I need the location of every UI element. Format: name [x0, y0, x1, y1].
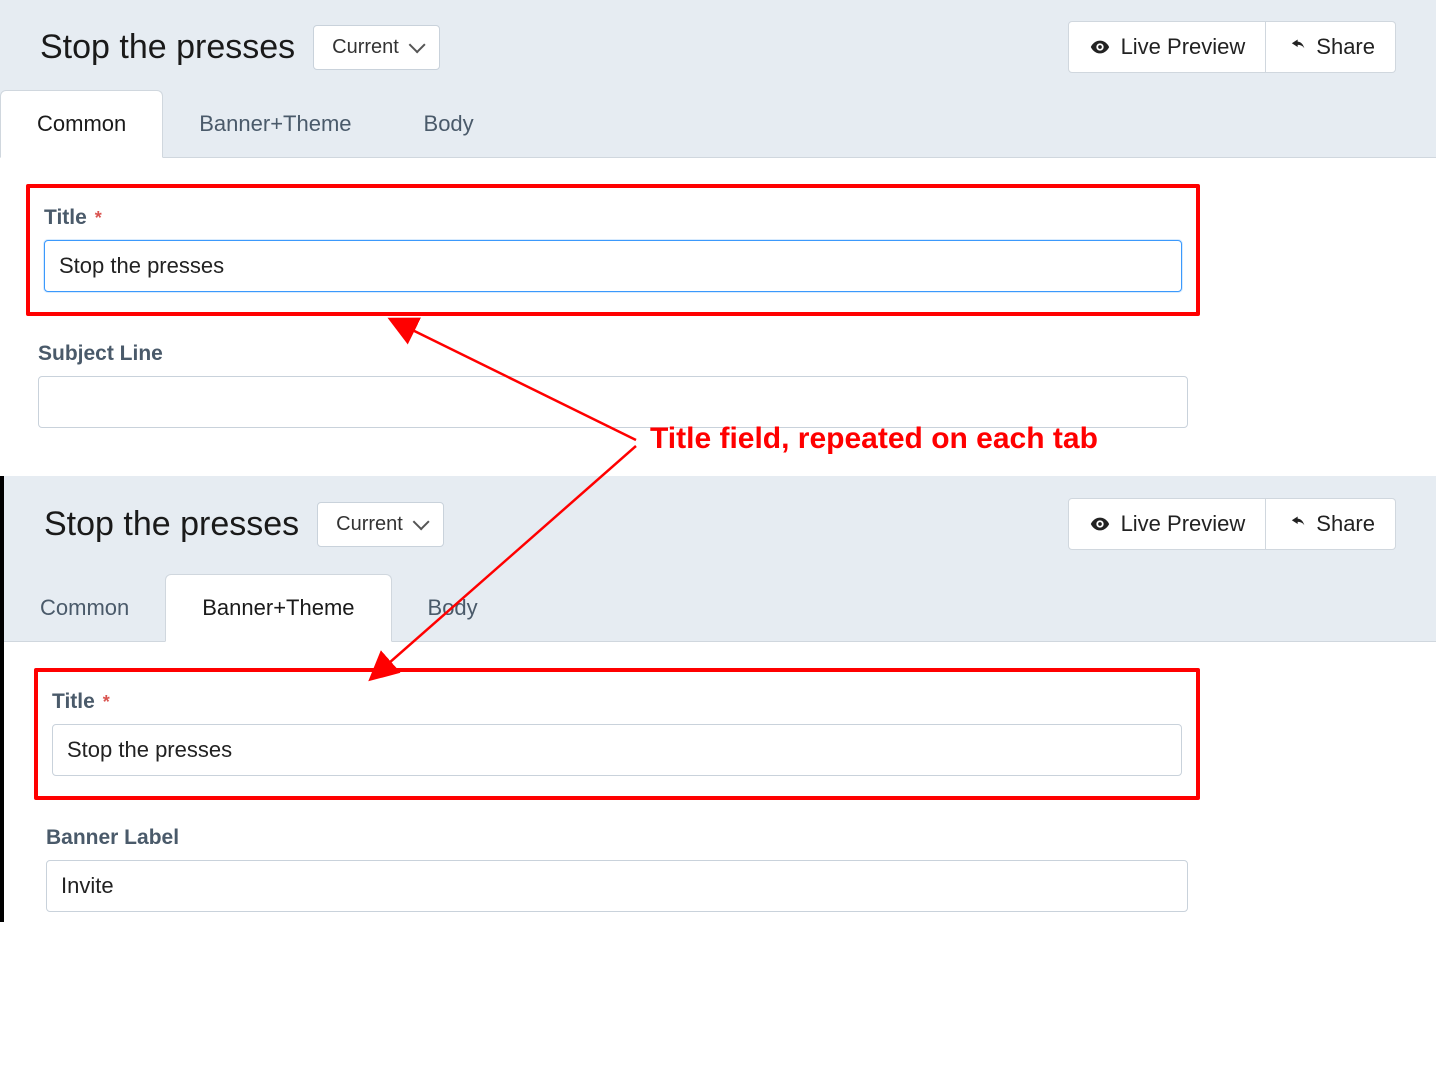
version-dropdown-label: Current: [332, 36, 399, 59]
version-dropdown[interactable]: Current: [317, 502, 444, 547]
tab-strip: Common Banner+Theme Body: [0, 88, 1436, 158]
tab-banner-theme[interactable]: Banner+Theme: [163, 91, 387, 157]
share-icon: [1286, 514, 1306, 534]
eye-icon: [1089, 513, 1111, 535]
live-preview-button[interactable]: Live Preview: [1068, 21, 1267, 73]
live-preview-label: Live Preview: [1121, 34, 1246, 60]
live-preview-label: Live Preview: [1121, 511, 1246, 537]
subject-line-label: Subject Line: [38, 342, 1188, 366]
page-title: Stop the presses: [40, 28, 295, 67]
banner-label-label: Banner Label: [46, 826, 1188, 850]
share-icon: [1286, 37, 1306, 57]
tab-strip: Common Banner+Theme Body: [4, 572, 1436, 642]
subject-line-group: Subject Line: [20, 316, 1206, 438]
tab-body[interactable]: Body: [392, 575, 514, 641]
share-label: Share: [1316, 34, 1375, 60]
tab-body[interactable]: Body: [388, 91, 510, 157]
tab-banner-theme[interactable]: Banner+Theme: [165, 574, 391, 642]
panel-common-tab: Stop the presses Current Live Preview Sh…: [0, 0, 1436, 438]
banner-label-input[interactable]: [46, 860, 1188, 912]
header-bar: Stop the presses Current Live Preview Sh…: [4, 476, 1436, 572]
annotation-highlight-box: Title *: [34, 668, 1200, 800]
version-dropdown[interactable]: Current: [313, 25, 440, 70]
live-preview-button[interactable]: Live Preview: [1068, 498, 1267, 550]
header-actions: Live Preview Share: [1068, 21, 1396, 73]
chevron-down-icon: [409, 36, 421, 59]
version-dropdown-label: Current: [336, 513, 403, 536]
header-actions: Live Preview Share: [1068, 498, 1396, 550]
required-asterisk: *: [95, 208, 102, 229]
page-title: Stop the presses: [44, 505, 299, 544]
banner-label-group: Banner Label: [28, 800, 1206, 922]
annotation-callout-text: Title field, repeated on each tab: [650, 422, 1098, 456]
subject-line-input[interactable]: [38, 376, 1188, 428]
header-bar: Stop the presses Current Live Preview Sh…: [0, 0, 1436, 88]
eye-icon: [1089, 36, 1111, 58]
title-input[interactable]: [44, 240, 1182, 292]
panel-banner-theme-tab: Stop the presses Current Live Preview Sh…: [0, 476, 1436, 922]
share-button[interactable]: Share: [1266, 21, 1396, 73]
title-input[interactable]: [52, 724, 1182, 776]
form-area: Title * Banner Label: [28, 668, 1206, 922]
required-asterisk: *: [103, 692, 110, 713]
title-field-label: Title *: [52, 690, 1182, 714]
tab-common[interactable]: Common: [0, 90, 163, 158]
share-button[interactable]: Share: [1266, 498, 1396, 550]
annotation-highlight-box: Title *: [26, 184, 1200, 316]
share-label: Share: [1316, 511, 1375, 537]
chevron-down-icon: [413, 513, 425, 536]
tab-common[interactable]: Common: [4, 575, 165, 641]
form-area: Title * Subject Line: [20, 184, 1206, 438]
title-field-label: Title *: [44, 206, 1182, 230]
